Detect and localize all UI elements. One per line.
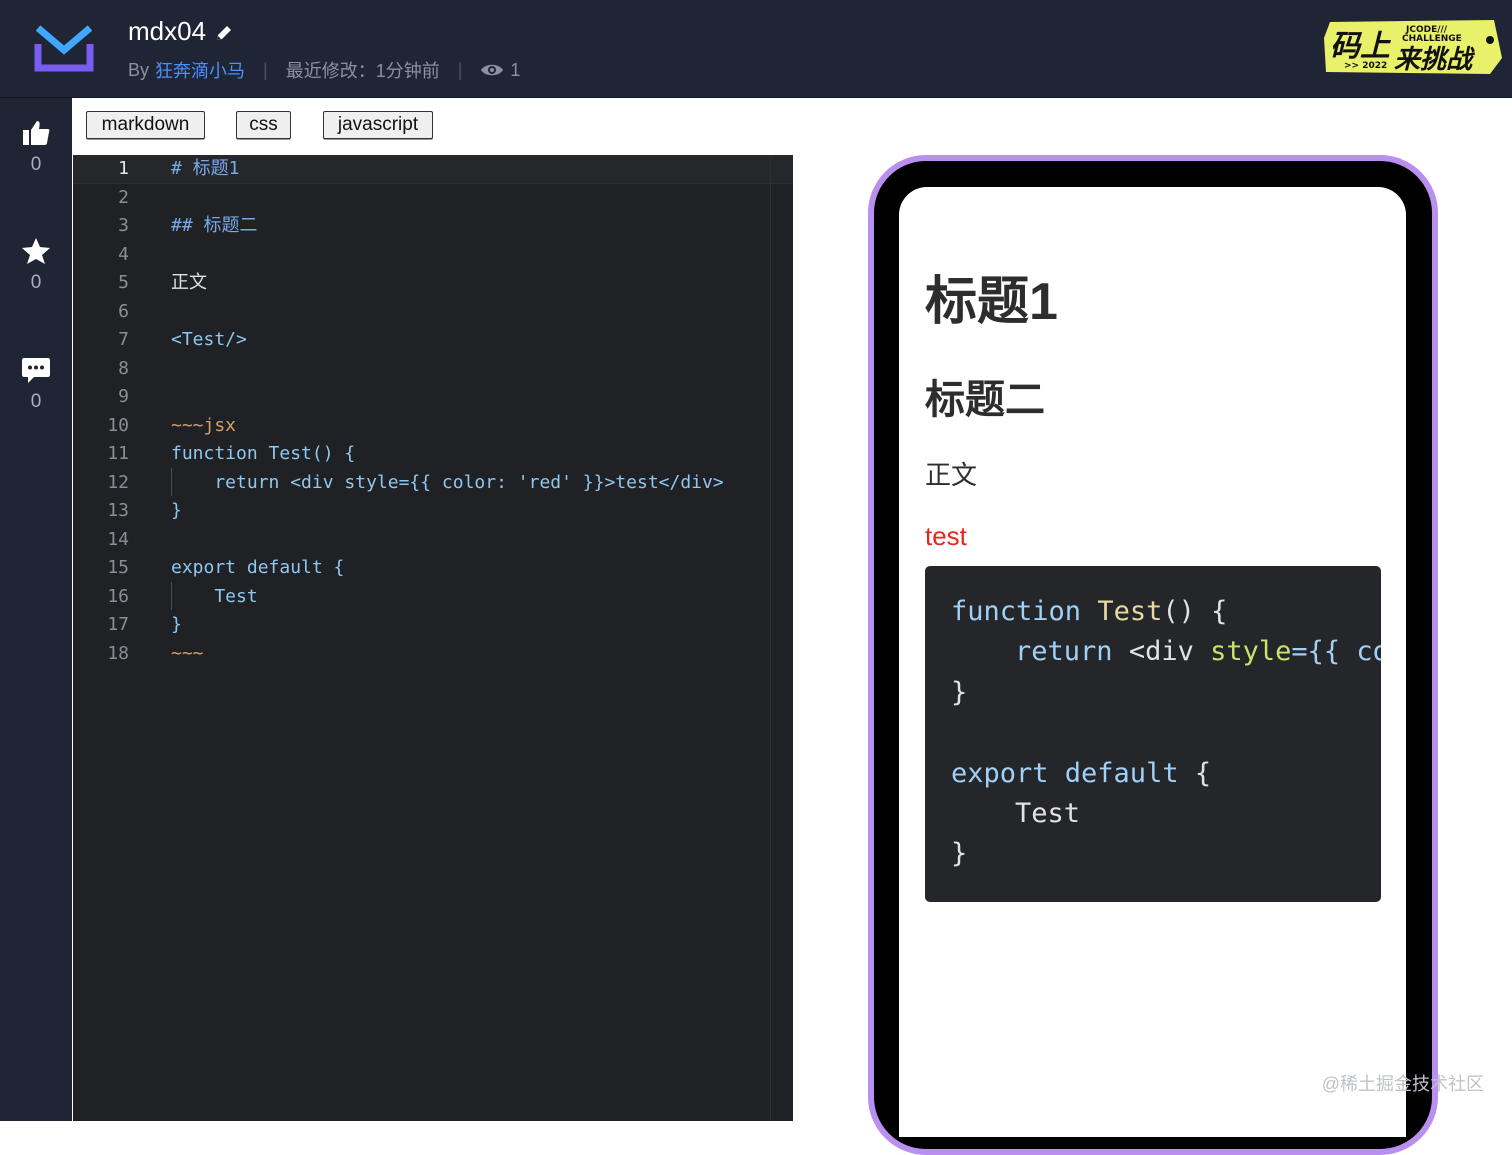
line-number: 13 (107, 500, 129, 521)
line-number: 10 (107, 414, 129, 436)
code-line: Test (171, 585, 258, 607)
tab-javascript[interactable]: javascript (323, 111, 433, 139)
code-line: function Test() { (171, 443, 356, 464)
code-line: return <div style={{ color: 'red' }}>tes… (171, 471, 724, 493)
view-count: 1 (480, 60, 520, 81)
line-number: 8 (118, 357, 129, 379)
line-number: 12 (107, 471, 129, 493)
code-line: export default { (171, 557, 345, 578)
line-number: 16 (107, 585, 129, 607)
line-number: 11 (107, 443, 129, 464)
by-label: By (128, 59, 150, 80)
tab-css[interactable]: css (236, 111, 291, 139)
indent-guide (171, 468, 172, 496)
line-number: 17 (107, 614, 129, 635)
thumbs-up-icon (23, 121, 50, 145)
like-button[interactable]: 0 (0, 118, 72, 176)
line-number: 14 (107, 528, 129, 550)
preview-test-output: test (925, 521, 967, 551)
star-count: 0 (30, 272, 42, 293)
line-number: 2 (118, 186, 129, 208)
like-count: 0 (30, 154, 42, 175)
code-editor[interactable]: 1 2 3 4 5 6 7 8 9 10 11 12 13 14 15 16 17 18 # 标题1 ## 标题二正… (73, 155, 793, 1121)
view-count-value: 1 (510, 59, 521, 80)
code-line: <Test/> (171, 329, 247, 350)
line-number: 9 (118, 386, 129, 407)
watermark: @稀土掘金技术社区 (1321, 1074, 1484, 1094)
star-button[interactable]: 0 (0, 236, 72, 294)
comment-button[interactable]: 0 (0, 355, 72, 413)
svg-text:码上: 码上 (1330, 29, 1391, 64)
eye-icon (481, 64, 504, 76)
pencil-edit-icon[interactable] (214, 23, 234, 43)
code-line: ~~~jsx (171, 414, 237, 436)
preview-screen: 标题1 标题二 正文 test function Test() { return… (899, 187, 1406, 1137)
code-block-line: Test (1015, 798, 1081, 829)
preview-heading-1: 标题1 (925, 273, 1058, 331)
line-number: 3 (118, 215, 129, 236)
code-line: ~~~ (171, 642, 204, 664)
line-number: 18 (107, 642, 129, 664)
code-line: # 标题1 (171, 158, 240, 179)
comment-count: 0 (30, 391, 42, 412)
code-block-line: return <div style={{ co (1015, 636, 1381, 667)
preview-code-block: function Test() { return <div style={{ c… (925, 566, 1381, 902)
code-block-line: export default { (951, 758, 1212, 789)
svg-text:CHALLENGE: CHALLENGE (1402, 34, 1462, 44)
app-logo-icon[interactable] (32, 22, 96, 74)
line-number: 1 (118, 158, 129, 179)
line-number: 5 (118, 272, 129, 293)
preview-body-text: 正文 (925, 460, 978, 490)
code-line: 正文 (171, 272, 207, 293)
svg-text:来挑战: 来挑战 (1394, 45, 1475, 75)
separator: | (457, 59, 463, 80)
code-line: ## 标题二 (171, 215, 258, 236)
title-row: mdx04 (128, 16, 234, 47)
editor-ruler (770, 155, 771, 1121)
author-link[interactable]: 狂奔滴小马 (155, 57, 245, 83)
indent-guide (171, 582, 172, 610)
code-block-line: function Test() { (951, 596, 1228, 627)
line-number: 15 (107, 557, 129, 578)
svg-text:>> 2022: >> 2022 (1344, 61, 1387, 71)
comment-icon (22, 358, 50, 383)
code-block-line: } (951, 838, 968, 869)
last-modified: 最近修改：1分钟前 (285, 61, 440, 81)
meta-row: By 狂奔滴小马 | 最近修改：1分钟前 | 1 (128, 57, 520, 83)
page-title: mdx04 (128, 16, 207, 46)
star-icon (22, 238, 50, 264)
top-header: mdx04 By 狂奔滴小马 | 最近修改：1分钟前 | 1 码上 来挑战 JC… (0, 0, 1512, 98)
line-number: 7 (118, 329, 129, 350)
tab-markdown[interactable]: markdown (86, 111, 205, 139)
preview-heading-2: 标题二 (925, 378, 1045, 422)
code-line: } (171, 614, 182, 635)
code-line: } (171, 500, 182, 521)
tab-bar: markdown css javascript (73, 98, 1512, 155)
line-number: 6 (118, 300, 129, 322)
separator: | (263, 59, 268, 80)
line-number: 4 (118, 243, 129, 265)
code-block-line: } (951, 677, 968, 708)
left-sidebar: 0 0 0 (0, 98, 72, 1121)
challenge-badge[interactable]: 码上 来挑战 JCODE/// CHALLENGE >> 2022 (1322, 18, 1504, 78)
